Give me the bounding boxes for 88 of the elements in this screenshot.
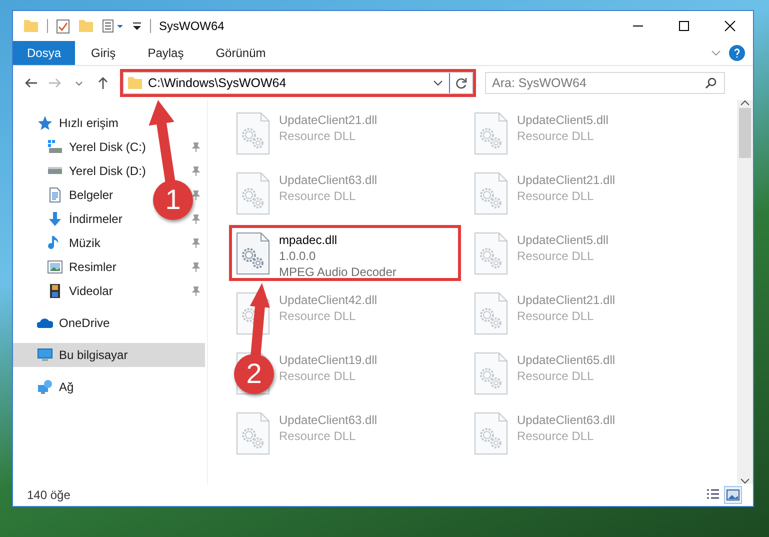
- file-detail: 1.0.0.0: [279, 248, 317, 264]
- help-icon[interactable]: [729, 45, 745, 61]
- ribbon-tab[interactable]: Paylaş: [132, 41, 200, 65]
- folder-icon: [78, 19, 94, 33]
- file-name: UpdateClient63.dll: [517, 412, 616, 428]
- drive-icon: [47, 167, 63, 175]
- file-name: UpdateClient5.dll: [517, 232, 608, 248]
- caret-icon: [75, 80, 83, 86]
- file-name: UpdateClient5.dll: [517, 112, 608, 128]
- file-name: UpdateClient19.dll: [279, 352, 378, 368]
- gear-file-icon: [236, 412, 270, 455]
- gear-file-icon: [474, 412, 508, 455]
- file-name: UpdateClient63.dll: [279, 412, 378, 428]
- chevron-down-icon: [711, 50, 721, 56]
- file-name: UpdateClient21.dll: [279, 112, 378, 128]
- sidebar-item[interactable]: Müzik: [13, 231, 100, 255]
- monitor-icon: [37, 347, 53, 363]
- sidebar-item[interactable]: Resimler: [13, 255, 116, 279]
- up-arrow-icon: [96, 76, 110, 90]
- address-field[interactable]: C:\Windows\SysWOW64: [123, 72, 473, 94]
- sidebar-item[interactable]: Yerel Disk (C:): [13, 135, 146, 159]
- maximize-icon: [678, 20, 690, 32]
- caret-icon: [433, 80, 443, 86]
- scrollbar[interactable]: [737, 100, 753, 484]
- document-icon: [47, 187, 63, 203]
- file-detail: Resource DLL: [517, 368, 595, 384]
- star-icon: [37, 115, 53, 131]
- back-arrow-icon: [24, 76, 38, 90]
- view-button[interactable]: [725, 487, 741, 503]
- gear-file-icon: [236, 112, 270, 155]
- file-name: UpdateClient65.dll: [517, 352, 616, 368]
- search-field[interactable]: Ara: SysWOW64: [485, 72, 725, 94]
- file-name: UpdateClient42.dll: [279, 292, 378, 308]
- file-detail: Resource DLL: [279, 128, 357, 144]
- gear-file-icon: [474, 172, 508, 215]
- sidebar-item[interactable]: Bu bilgisayar: [13, 343, 205, 367]
- file-detail: MPEG Audio Decoder: [279, 264, 396, 280]
- gear-file-icon: [474, 352, 508, 395]
- picture-icon: [47, 259, 63, 275]
- close-icon: [724, 20, 736, 32]
- file-detail: Resource DLL: [279, 308, 357, 324]
- checklist-icon: [56, 18, 70, 34]
- ribbon-tab[interactable]: Görünüm: [200, 41, 282, 65]
- file-name: UpdateClient63.dll: [279, 172, 378, 188]
- file-detail: Resource DLL: [279, 428, 357, 444]
- sidebar-item[interactable]: Ağ: [13, 375, 74, 399]
- file-name: UpdateClient21.dll: [517, 292, 616, 308]
- file-detail: Resource DLL: [517, 308, 595, 324]
- question-mark-icon: [733, 48, 741, 58]
- sidebar-item[interactable]: Yerel Disk (D:): [13, 159, 146, 183]
- sidebar-item[interactable]: İndirmeler: [13, 207, 122, 231]
- gear-file-icon: [474, 292, 508, 335]
- customize-caret-icon: [132, 21, 142, 31]
- download-arrow-icon: [47, 211, 63, 227]
- file-name: UpdateClient21.dll: [517, 172, 616, 188]
- file-detail: Resource DLL: [517, 188, 595, 204]
- forward-arrow-icon: [48, 76, 62, 90]
- large-icons-view-icon: [726, 488, 740, 502]
- properties-icon: [102, 19, 124, 33]
- chevron-up-icon: [740, 100, 750, 106]
- details-view-icon: [706, 488, 720, 502]
- window-title: SysWOW64: [159, 19, 224, 33]
- ribbon-tab[interactable]: Dosya: [13, 41, 76, 65]
- file-name: mpadec.dll: [279, 232, 338, 248]
- gear-file-icon: [236, 172, 270, 215]
- file-detail: Resource DLL: [279, 188, 357, 204]
- ribbon-tab[interactable]: Giriş: [75, 41, 132, 65]
- network-icon: [37, 379, 53, 395]
- file-detail: Resource DLL: [279, 368, 357, 384]
- sidebar-item[interactable]: Videolar: [13, 279, 113, 303]
- sidebar-item[interactable]: OneDrive: [13, 311, 110, 335]
- gear-file-icon: [236, 232, 270, 275]
- chevron-down-icon: [740, 478, 750, 484]
- file-detail: Resource DLL: [517, 428, 595, 444]
- folder-icon: [128, 77, 142, 89]
- sidebar-item[interactable]: Hızlı erişim: [13, 111, 118, 135]
- windows-drive-icon: [47, 139, 63, 155]
- item-count: 140 öğe: [27, 488, 70, 502]
- refresh-icon: [455, 77, 467, 89]
- gear-file-icon: [474, 232, 508, 275]
- folder-icon: [23, 19, 39, 33]
- file-detail: Resource DLL: [517, 248, 595, 264]
- gear-file-icon: [474, 112, 508, 155]
- sidebar-item[interactable]: Belgeler: [13, 183, 114, 207]
- scrollbar-thumb[interactable]: [739, 108, 751, 158]
- search-icon: [705, 77, 717, 89]
- film-icon: [47, 283, 63, 299]
- file-detail: Resource DLL: [517, 128, 595, 144]
